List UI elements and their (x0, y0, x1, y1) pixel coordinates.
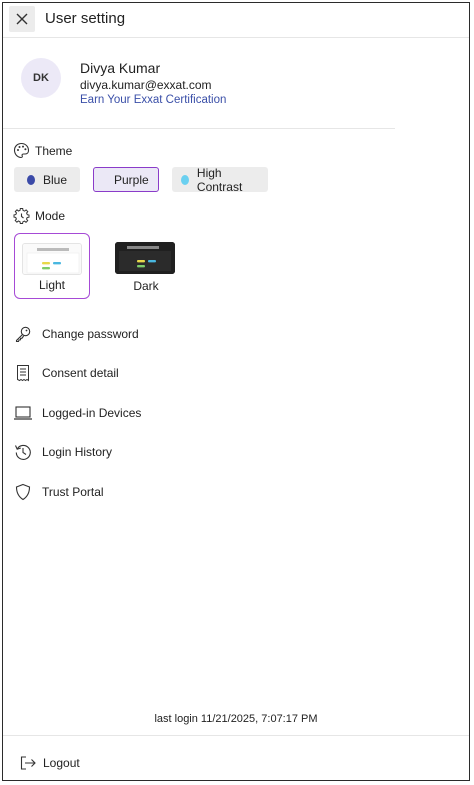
close-button[interactable] (9, 6, 35, 32)
theme-options: Blue Purple High Contrast (14, 165, 281, 194)
page-title: User setting (45, 10, 126, 27)
certification-link[interactable]: Earn Your Exxat Certification (80, 94, 226, 106)
logout-button[interactable]: Logout (19, 755, 80, 771)
panel-footer: Logout (3, 735, 469, 781)
menu-item-consent-detail[interactable]: Consent detail (13, 363, 119, 383)
theme-option-label: Purple (114, 172, 149, 187)
menu-item-login-history[interactable]: Login History (13, 442, 112, 462)
mode-option-label: Dark (133, 279, 159, 293)
light-mode-preview (22, 243, 82, 275)
high-contrast-swatch-icon (181, 174, 189, 185)
mode-options: Light Dark (14, 233, 202, 299)
theme-option-label: Blue (42, 172, 67, 187)
panel-header: User setting (3, 3, 469, 38)
light-preview-graphic (23, 244, 81, 274)
menu-item-trust-portal[interactable]: Trust Portal (13, 482, 104, 502)
menu-item-change-password[interactable]: Change password (13, 324, 139, 344)
user-email: divya.kumar@exxat.com (80, 78, 212, 92)
blue-swatch-icon (27, 174, 35, 185)
logout-icon (20, 756, 36, 770)
mode-option-dark[interactable]: Dark (108, 233, 184, 299)
profile-section: DK Divya Kumar divya.kumar@exxat.com Ear… (3, 38, 395, 129)
history-icon (13, 442, 33, 462)
receipt-icon (13, 363, 33, 383)
theme-option-blue[interactable]: Blue (14, 167, 80, 192)
laptop-icon (13, 403, 33, 423)
shield-icon (13, 482, 33, 502)
mode-section-label: Mode (13, 207, 65, 224)
menu-item-logged-in-devices[interactable]: Logged-in Devices (13, 403, 141, 423)
key-icon (13, 324, 33, 344)
theme-option-purple[interactable]: Purple (93, 167, 159, 192)
dark-mode-preview (115, 242, 175, 274)
menu-item-label: Trust Portal (42, 485, 104, 499)
theme-section-label: Theme (13, 142, 72, 159)
last-login-text: last login 11/21/2025, 7:07:17 PM (154, 713, 318, 725)
dark-preview-graphic (115, 242, 175, 274)
palette-icon (13, 142, 30, 159)
mode-option-light[interactable]: Light (14, 233, 90, 299)
avatar: DK (21, 58, 61, 98)
close-icon (16, 13, 28, 25)
menu-item-label: Logged-in Devices (42, 406, 142, 420)
logout-label: Logout (43, 756, 80, 770)
user-name: Divya Kumar (80, 60, 161, 76)
theme-option-high-contrast[interactable]: High Contrast (172, 165, 268, 194)
user-settings-panel: User setting DK Divya Kumar divya.kumar@… (2, 2, 470, 781)
menu-item-label: Consent detail (42, 366, 119, 380)
menu-item-label: Login History (42, 445, 113, 459)
gear-icon (13, 208, 30, 224)
theme-option-label: High Contrast (196, 165, 243, 194)
menu-item-label: Change password (42, 327, 139, 341)
mode-label: Mode (35, 208, 66, 223)
mode-option-label: Light (38, 278, 66, 292)
theme-label: Theme (35, 143, 73, 158)
